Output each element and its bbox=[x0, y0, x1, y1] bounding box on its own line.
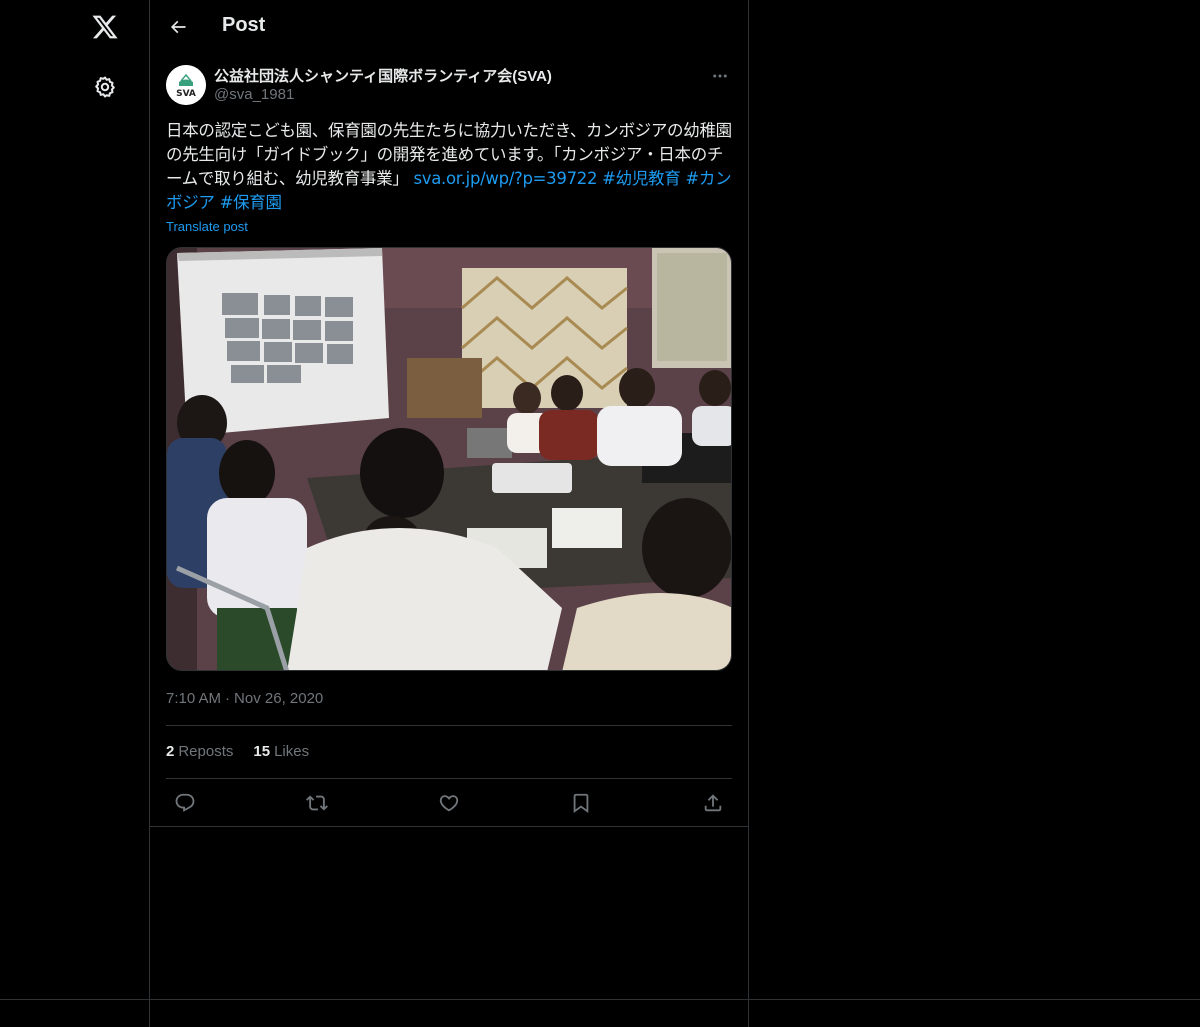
post-detail-column: Post SVA 公益社団法人シャンティ国際ボランティア会(SVA) @sva_… bbox=[150, 0, 749, 1027]
hashtag[interactable]: #保育園 bbox=[220, 193, 282, 212]
hashtag[interactable]: #幼児教育 bbox=[602, 169, 681, 188]
divider bbox=[150, 826, 748, 827]
reply-icon bbox=[175, 793, 195, 812]
reposts-stat[interactable]: 2 Reposts bbox=[166, 743, 233, 760]
avatar[interactable]: SVA bbox=[166, 65, 206, 105]
repost-icon bbox=[306, 795, 328, 811]
likes-label: Likes bbox=[274, 743, 310, 760]
post-timestamp[interactable]: 7:10 AM · Nov 26, 2020 bbox=[166, 690, 323, 707]
translate-post-link[interactable]: Translate post bbox=[166, 219, 248, 234]
likes-stat[interactable]: 15 Likes bbox=[253, 743, 309, 760]
reply-button[interactable] bbox=[170, 788, 200, 818]
bookmark-icon bbox=[573, 793, 589, 814]
like-icon bbox=[439, 795, 459, 812]
svg-text:SVA: SVA bbox=[176, 89, 196, 99]
x-logo-icon[interactable] bbox=[80, 2, 130, 52]
page-title: Post bbox=[222, 14, 266, 36]
likes-count: 15 bbox=[253, 743, 271, 760]
repost-button[interactable] bbox=[302, 788, 332, 818]
more-options-button[interactable] bbox=[708, 64, 732, 88]
post-photo[interactable] bbox=[166, 247, 732, 671]
post-actions bbox=[166, 788, 732, 818]
back-button[interactable] bbox=[160, 9, 196, 45]
arrow-left-icon bbox=[170, 20, 186, 34]
bookmark-button[interactable] bbox=[566, 788, 596, 818]
share-icon bbox=[704, 794, 722, 812]
left-navigation-rail bbox=[0, 0, 150, 1027]
author-handle[interactable]: @sva_1981 bbox=[214, 86, 294, 103]
post-author: SVA 公益社団法人シャンティ国際ボランティア会(SVA) @sva_1981 bbox=[166, 64, 732, 108]
gear-icon[interactable] bbox=[80, 62, 130, 112]
like-button[interactable] bbox=[434, 788, 464, 818]
share-button[interactable] bbox=[698, 788, 728, 818]
reposts-count: 2 bbox=[166, 743, 175, 760]
more-icon bbox=[713, 74, 727, 78]
author-name[interactable]: 公益社団法人シャンティ国際ボランティア会(SVA) bbox=[214, 65, 552, 86]
divider bbox=[166, 725, 732, 726]
reposts-label: Reposts bbox=[178, 743, 234, 760]
post-date: Nov 26, 2020 bbox=[234, 690, 324, 707]
post-stats: 2 Reposts 15 Likes bbox=[166, 743, 309, 760]
page-header: Post bbox=[150, 0, 748, 54]
bottom-divider bbox=[0, 999, 1200, 1000]
post-time: 7:10 AM bbox=[166, 690, 222, 707]
post-text: 日本の認定こども園、保育園の先生たちに協力いただき、カンボジアの幼稚園の先生向け… bbox=[166, 119, 734, 215]
divider bbox=[166, 778, 732, 779]
timestamp-separator: · bbox=[225, 690, 231, 707]
post-link[interactable]: sva.or.jp/wp/?p=39722 bbox=[413, 169, 597, 188]
